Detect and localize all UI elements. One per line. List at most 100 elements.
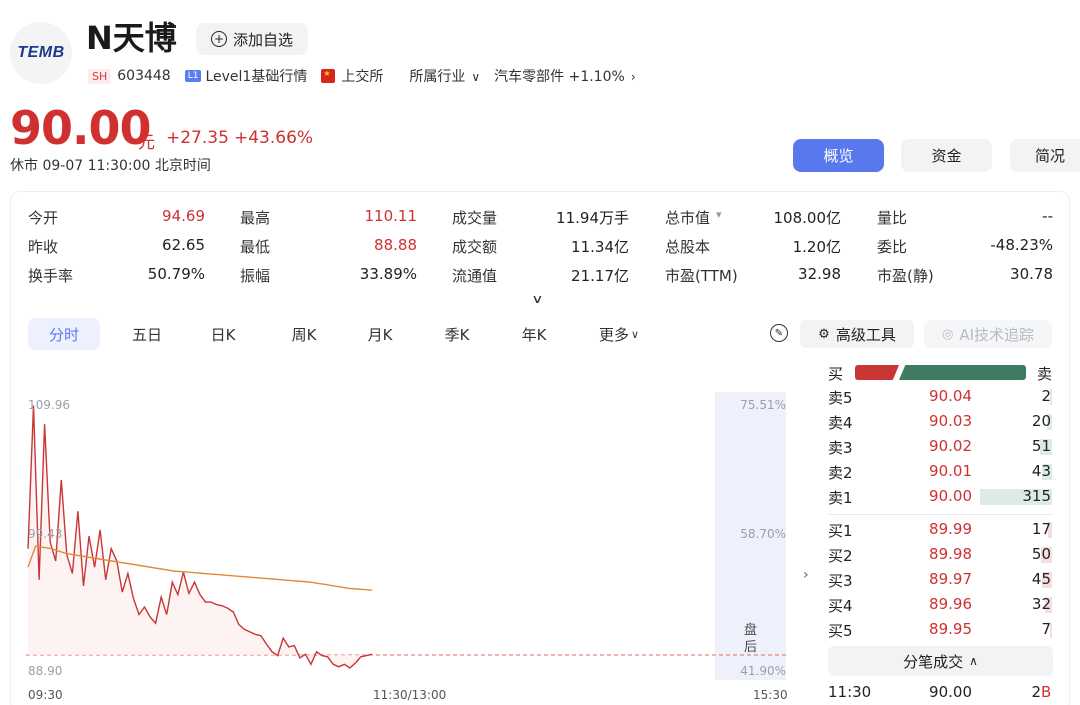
level-price: 90.04 (929, 387, 972, 405)
pct-bottom-label: 41.90% (740, 664, 786, 678)
tick-price: 90.00 (929, 683, 972, 701)
expand-panel-chevron-icon[interactable]: › (803, 567, 809, 583)
stock-meta-row: SH 603448 L1 Level1基础行情 上交所 所属行业 ∨ 汽车零部件 … (88, 66, 636, 86)
drawing-tool-icon[interactable]: ✎ (770, 324, 788, 342)
level-label: 卖4 (828, 414, 853, 432)
level-price: 89.96 (929, 595, 972, 613)
tab-profile[interactable]: 简况 (1010, 139, 1080, 172)
tab-fund-flow[interactable]: 资金 (901, 139, 992, 172)
expand-stats-chevron-icon[interactable]: ∨ (531, 292, 543, 306)
ask-row[interactable]: 卖4 90.03 20 (828, 412, 1054, 434)
level-volume: 45 (1031, 570, 1051, 588)
ask-row[interactable]: 卖1 90.00 315 (828, 487, 1054, 509)
bid-row[interactable]: 买3 89.97 45 (828, 570, 1054, 592)
level-volume: 7 (1041, 620, 1051, 638)
stat-value: 30.78 (1010, 265, 1053, 283)
add-watchlist-button[interactable]: + 添加自选 (196, 23, 308, 55)
x-end-label: 15:30 (753, 688, 788, 702)
period-tab-label: 分时 (48, 325, 79, 344)
period-tab-label: 五日 (131, 325, 162, 344)
level-label: 买1 (828, 522, 853, 540)
y-top-label: 109.96 (28, 398, 70, 412)
ask-row[interactable]: 卖5 90.04 2 (828, 387, 1054, 409)
buy-ratio-bar (855, 365, 899, 380)
stat-label: 最高 (240, 209, 271, 227)
stat-label: 总股本 (665, 238, 711, 256)
period-tab[interactable]: 日K (193, 318, 253, 350)
level-volume: 17 (1031, 520, 1051, 538)
add-watchlist-label: 添加自选 (232, 30, 293, 49)
level1-text[interactable]: Level1基础行情 (205, 66, 307, 86)
chevron-up-icon: ∧ (969, 654, 978, 668)
stat-label: 昨收 (28, 238, 59, 256)
pct-top-label: 75.51% (740, 398, 786, 412)
level-volume: 2 (1041, 387, 1051, 405)
ask-row[interactable]: 卖3 90.02 51 (828, 437, 1054, 459)
stat-label: 总市值 (665, 209, 711, 227)
exchange-name: 上交所 (341, 69, 384, 85)
stat-value: 108.00亿 (773, 209, 842, 227)
plus-circle-icon: + (210, 31, 227, 47)
stock-name: N天博 (86, 19, 177, 57)
ask-row[interactable]: 卖2 90.01 43 (828, 462, 1054, 484)
bid-row[interactable]: 买2 89.98 50 (828, 545, 1054, 567)
level-label: 卖5 (828, 389, 853, 407)
tab-overview[interactable]: 概览 (793, 139, 884, 172)
bid-row[interactable]: 买5 89.95 7 (828, 620, 1054, 642)
level-price: 89.95 (929, 620, 972, 638)
level-volume: 20 (1031, 412, 1051, 430)
level-price: 89.99 (929, 520, 972, 538)
level-price: 89.98 (929, 545, 972, 563)
tick-time: 11:30 (828, 683, 872, 701)
price-unit: 元 (138, 133, 155, 153)
stat-label: 市盈(TTM) (665, 267, 738, 285)
intraday-chart[interactable] (26, 392, 788, 682)
period-tab-label: 更多 (598, 325, 629, 344)
period-tab-label: 周K (291, 325, 317, 344)
advanced-tools-button[interactable]: ⚙ 高级工具 (800, 320, 914, 348)
buy-ratio-label: 买 (828, 365, 844, 383)
period-tab[interactable]: 年K (503, 318, 565, 350)
industry-change: +1.10% (568, 69, 625, 85)
level-label: 买4 (828, 597, 853, 615)
stat-value: -48.23% (990, 236, 1053, 254)
period-tab[interactable]: 月K (348, 318, 412, 350)
industry-link[interactable]: 汽车零部件 +1.10% › (494, 66, 635, 86)
level1-icon: L1 (184, 70, 202, 82)
stat-value: 62.65 (162, 236, 205, 254)
x-start-label: 09:30 (28, 688, 63, 702)
ai-icon: ◎ (941, 326, 954, 342)
period-tab-label: 年K (521, 325, 547, 344)
market-cap-dropdown-icon[interactable]: ▾ (716, 208, 722, 221)
stat-value: 110.11 (364, 207, 418, 225)
level-price: 90.02 (929, 437, 972, 455)
level-price: 90.01 (929, 462, 972, 480)
period-tab-label: 月K (367, 325, 393, 344)
stat-label: 委比 (877, 238, 908, 256)
period-tab[interactable]: 季K (425, 318, 489, 350)
stat-label: 成交额 (452, 238, 498, 256)
level-label: 买3 (828, 572, 853, 590)
period-tab[interactable]: 周K (271, 318, 337, 350)
industry-dropdown[interactable]: 所属行业 ∨ (409, 66, 480, 86)
period-tab[interactable]: 分时 (28, 318, 100, 350)
stat-value: 94.69 (162, 207, 205, 225)
market-status: 休市 09-07 11:30:00 北京时间 (10, 158, 211, 174)
stat-label: 市盈(静) (877, 267, 934, 285)
period-tab-label: 季K (444, 325, 470, 344)
bid-row[interactable]: 买1 89.99 17 (828, 520, 1054, 542)
sell-ratio-bar (899, 365, 1026, 380)
logo-text: TEMB (17, 44, 65, 61)
current-price: 90.00 (10, 101, 152, 155)
tick-trades-toggle[interactable]: 分笔成交 ∧ (828, 646, 1053, 676)
level-price: 90.00 (929, 487, 972, 505)
price-change-pct: +43.66% (234, 128, 314, 148)
stat-value: -- (1042, 207, 1053, 225)
stat-value: 32.98 (798, 265, 841, 283)
period-tab[interactable]: 更多 ∨ (588, 318, 650, 350)
stat-value: 88.88 (374, 236, 417, 254)
market-tag: SH (88, 68, 112, 84)
bid-row[interactable]: 买4 89.96 32 (828, 595, 1054, 617)
period-tab[interactable]: 五日 (117, 318, 177, 350)
ai-tracking-button[interactable]: ◎ AI技术追踪 (924, 320, 1052, 348)
